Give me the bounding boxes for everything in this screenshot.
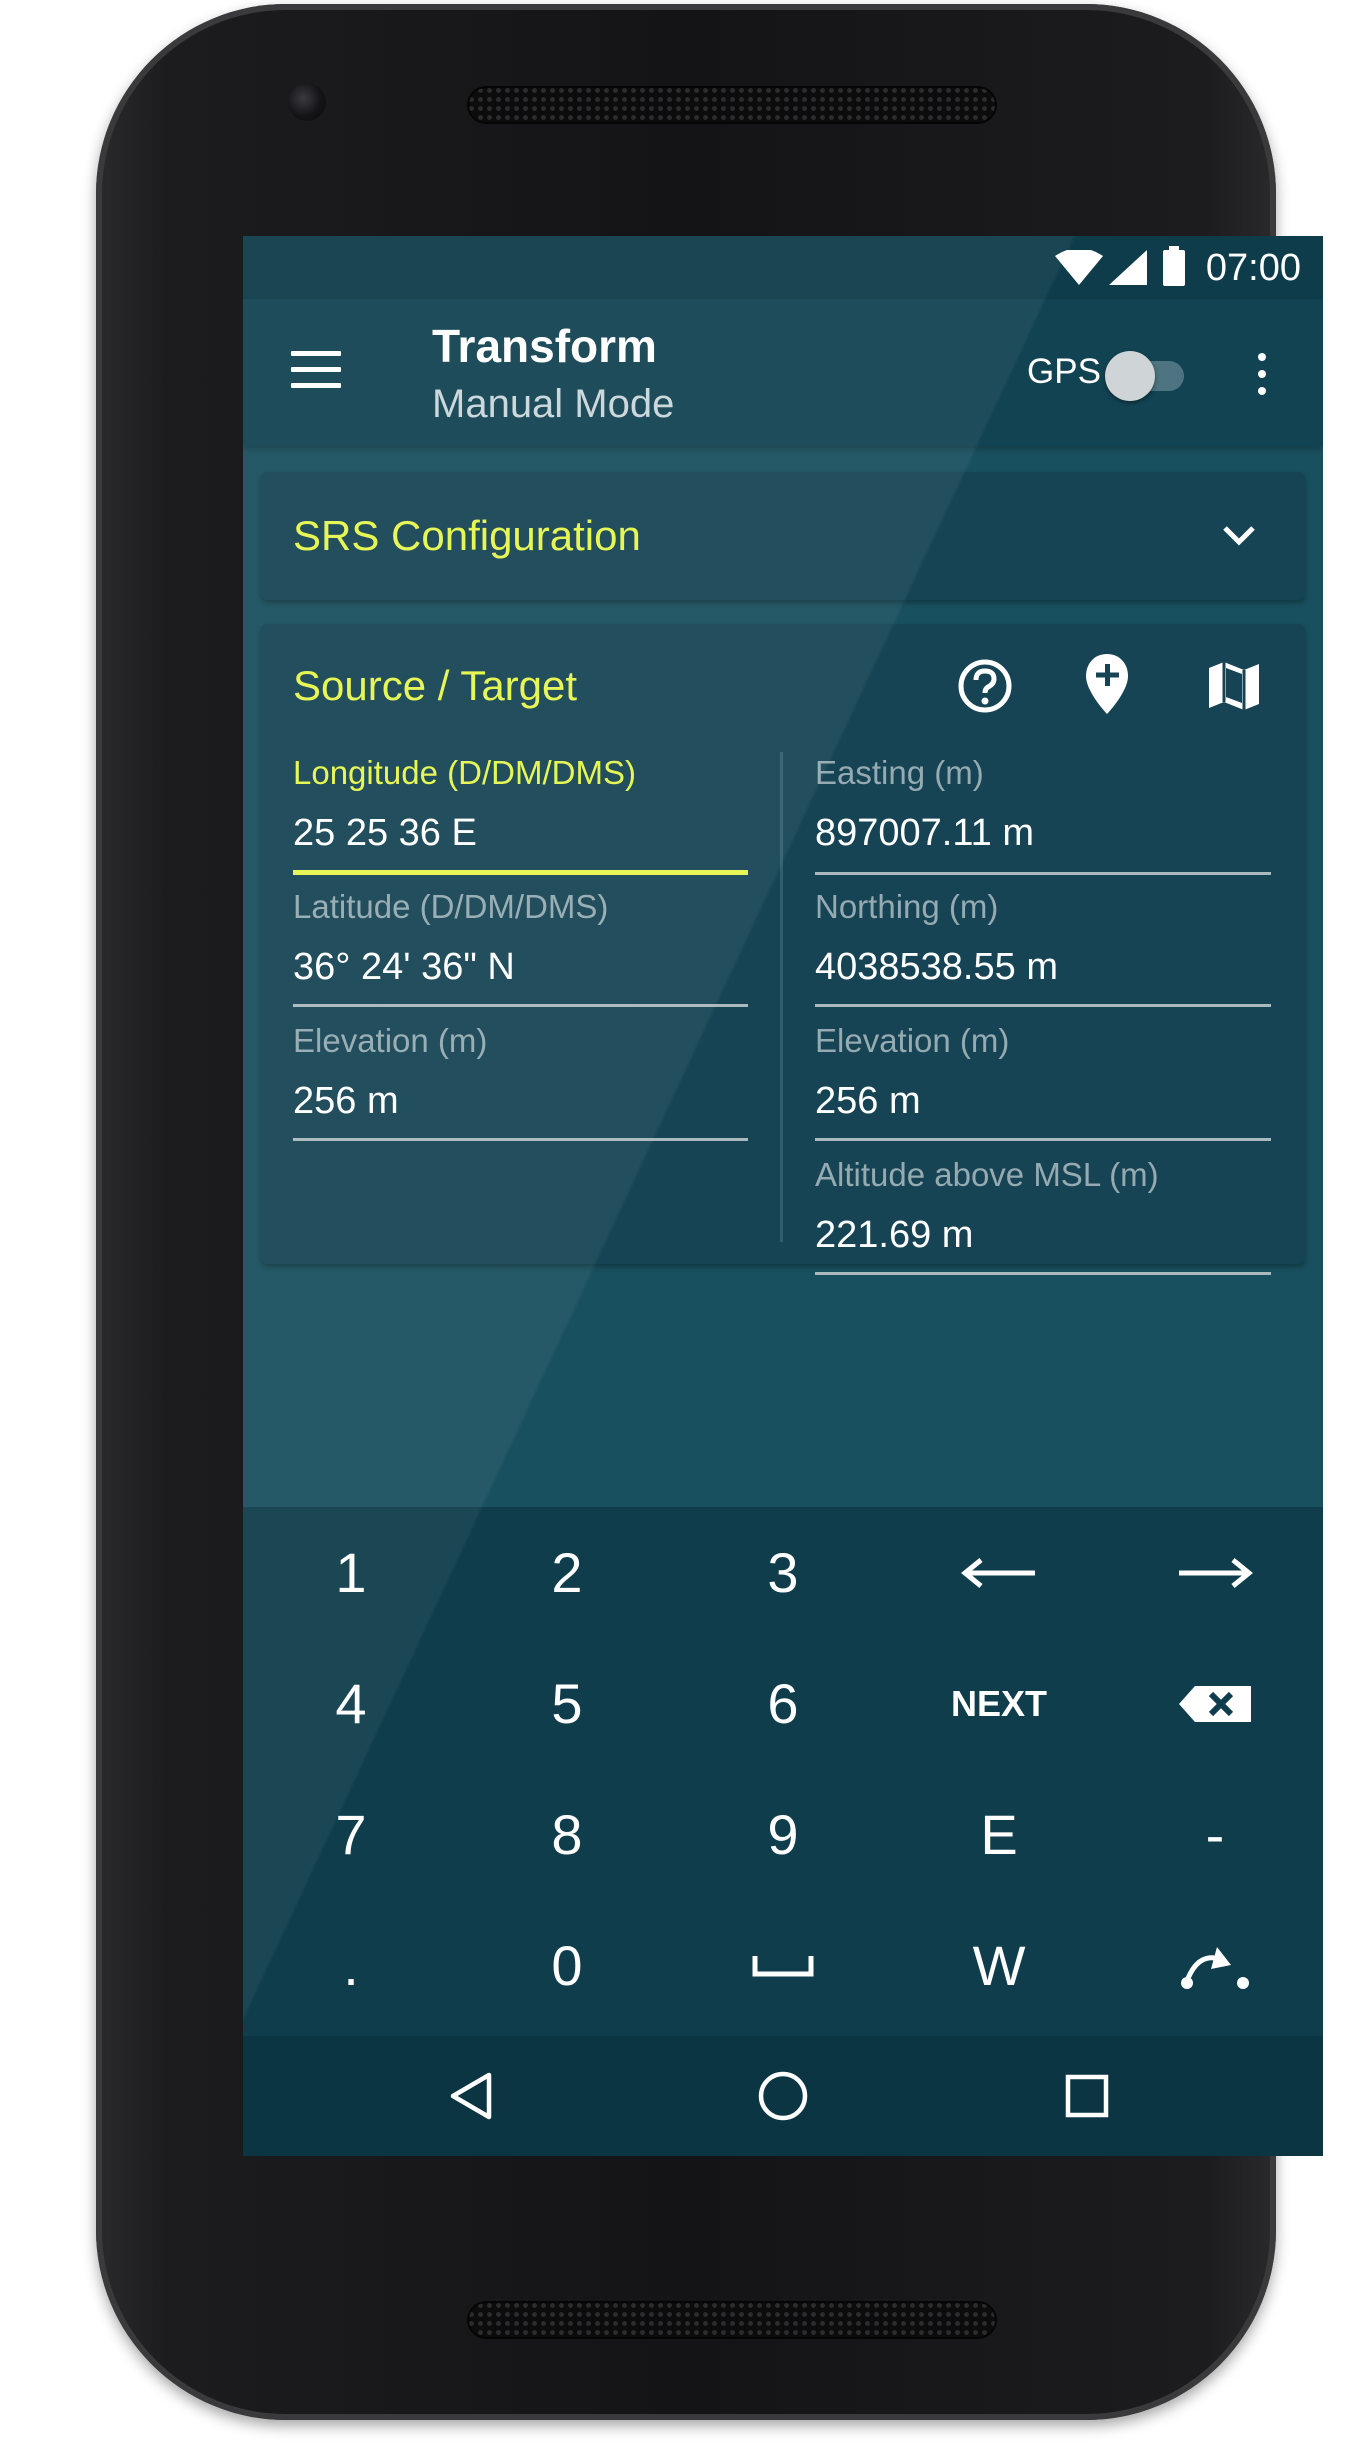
key-space[interactable] — [675, 1900, 891, 2031]
status-bar: 07:00 — [243, 236, 1323, 299]
key-8[interactable]: 8 — [459, 1769, 675, 1900]
space-icon — [752, 1955, 814, 1976]
target-field-label: Elevation (m) — [815, 1022, 1010, 1059]
key-w[interactable]: W — [891, 1900, 1107, 2031]
key-arrow-left[interactable] — [891, 1507, 1107, 1638]
wifi-icon — [1055, 250, 1103, 285]
back-button[interactable] — [439, 2064, 503, 2128]
field-underline — [815, 1138, 1271, 1141]
field-underline — [815, 872, 1271, 875]
add-location-icon[interactable] — [1083, 652, 1131, 716]
key-0[interactable]: 0 — [459, 1900, 675, 2031]
key-7[interactable]: 7 — [243, 1769, 459, 1900]
source-field-value[interactable]: 256 m — [293, 1080, 399, 1123]
recents-button[interactable] — [1055, 2064, 1119, 2128]
backspace-icon — [1179, 1685, 1251, 1722]
field-underline — [815, 1004, 1271, 1007]
source-field-label: Longitude (D/DM/DMS) — [293, 754, 636, 791]
target-field-value: 256 m — [815, 1080, 921, 1122]
target-field-label: Altitude above MSL (m) — [815, 1156, 1159, 1193]
srs-configuration-card[interactable]: SRS Configuration — [261, 472, 1305, 600]
system-nav-bar — [243, 2036, 1323, 2156]
target-field-label: Easting (m) — [815, 754, 984, 791]
target-field-label: Northing (m) — [815, 888, 999, 925]
gps-toggle-thumb[interactable] — [1105, 351, 1155, 401]
front-camera — [288, 83, 326, 121]
key-arrow-right[interactable] — [1107, 1507, 1323, 1638]
redo-icon — [1181, 1946, 1249, 1989]
field-underline — [815, 1272, 1271, 1275]
help-icon[interactable] — [955, 656, 1015, 716]
key-3[interactable]: 3 — [675, 1507, 891, 1638]
screen: 07:00 Transform Manual Mode GPS SRS Conf… — [243, 236, 1323, 2156]
key-9[interactable]: 9 — [675, 1769, 891, 1900]
target-field-value: 221.69 m — [815, 1214, 974, 1256]
key-1[interactable]: 1 — [243, 1507, 459, 1638]
field-underline — [293, 1004, 748, 1007]
source-field-label: Elevation (m) — [293, 1022, 488, 1059]
key-redo[interactable] — [1107, 1900, 1323, 2031]
home-button[interactable] — [751, 2064, 815, 2128]
overflow-menu-icon[interactable] — [1258, 353, 1268, 397]
target-field-value: 897007.11 m — [815, 812, 1035, 854]
field-underline — [293, 1138, 748, 1141]
key-6[interactable]: 6 — [675, 1638, 891, 1769]
gps-label: GPS — [1027, 352, 1101, 391]
key-next[interactable]: NEXT — [891, 1638, 1107, 1769]
phone-frame: 07:00 Transform Manual Mode GPS SRS Conf… — [96, 4, 1323, 2420]
source-target-card: Source / Target Longitude (D/DM/DMS) 25 … — [261, 624, 1305, 1275]
recents-icon — [1065, 2074, 1109, 2118]
key-5[interactable]: 5 — [459, 1638, 675, 1769]
target-field-value: 4038538.55 m — [815, 946, 1058, 988]
map-icon[interactable] — [1207, 660, 1261, 712]
key-minus[interactable]: - — [1107, 1769, 1323, 1900]
back-icon — [450, 2072, 492, 2120]
source-field-value[interactable]: 25 25 36 E — [293, 812, 477, 855]
key-4[interactable]: 4 — [243, 1638, 459, 1769]
numeric-keyboard: 1 2 3 4 5 6 NEXT 7 8 9 E - . 0 W — [243, 1507, 1323, 2036]
app-title: Transform — [432, 320, 657, 372]
app-bar: Transform Manual Mode GPS — [243, 299, 1323, 446]
source-field-label: Latitude (D/DM/DMS) — [293, 888, 609, 925]
key-dot[interactable]: . — [243, 1900, 459, 2031]
key-2[interactable]: 2 — [459, 1507, 675, 1638]
home-icon — [758, 2071, 808, 2121]
cell-signal-icon — [1109, 250, 1147, 285]
status-time: 07:00 — [1205, 247, 1301, 289]
battery-icon — [1163, 246, 1185, 286]
app-subtitle: Manual Mode — [432, 382, 675, 426]
menu-icon[interactable] — [291, 351, 341, 391]
source-field-value[interactable]: 36° 24' 36" N — [293, 946, 515, 989]
column-divider — [780, 752, 783, 1242]
srs-configuration-title: SRS Configuration — [293, 512, 641, 559]
field-underline — [293, 870, 748, 875]
key-backspace[interactable] — [1107, 1638, 1323, 1769]
source-target-title: Source / Target — [293, 662, 578, 709]
top-speaker — [467, 86, 997, 124]
chevron-down-icon[interactable] — [1221, 522, 1257, 548]
arrow-right-icon — [1179, 1557, 1253, 1588]
key-e[interactable]: E — [891, 1769, 1107, 1900]
arrow-left-icon — [961, 1557, 1035, 1588]
bottom-speaker — [467, 2301, 997, 2339]
